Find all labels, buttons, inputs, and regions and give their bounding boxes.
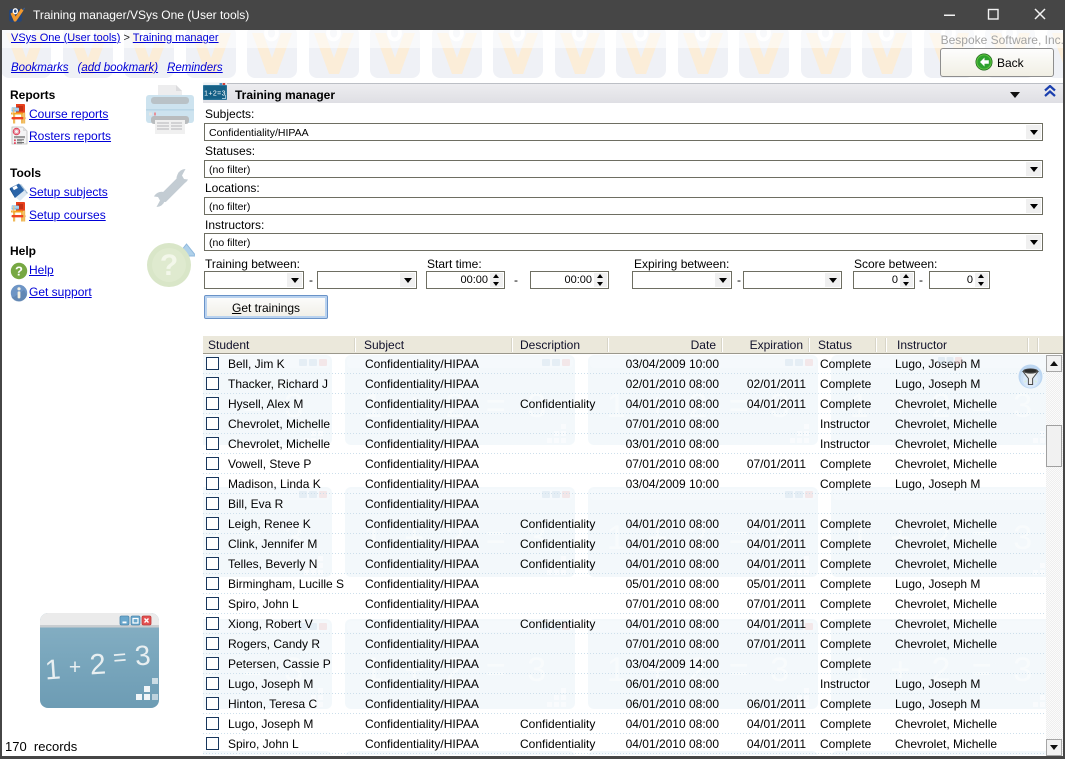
svg-text:1: 1 [44, 654, 62, 686]
svg-text:3: 3 [134, 639, 152, 671]
svg-text:?: ? [160, 249, 178, 282]
svg-text:=: = [112, 643, 128, 670]
svg-text:1+2=3: 1+2=3 [204, 91, 226, 98]
svg-text:+: + [69, 656, 81, 679]
svg-text:?: ? [15, 264, 23, 279]
svg-text:2: 2 [89, 648, 107, 681]
